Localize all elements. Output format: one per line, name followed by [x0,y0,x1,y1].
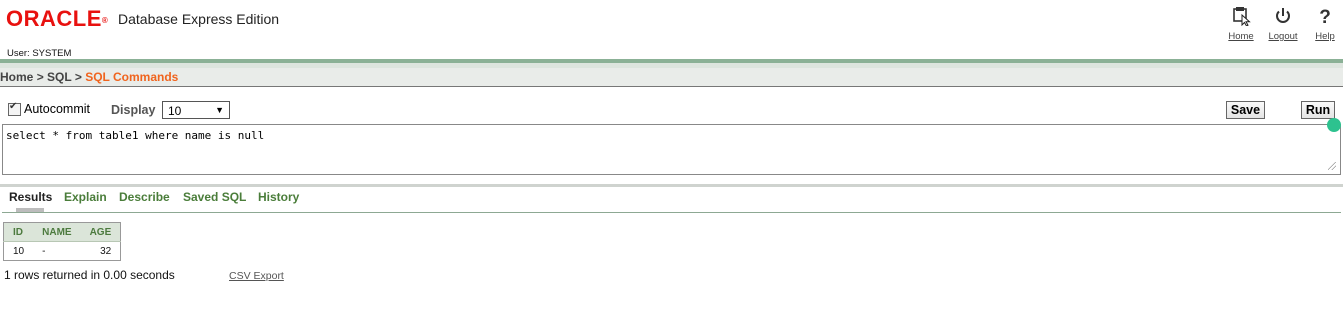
logout-nav[interactable]: Logout [1268,6,1298,42]
breadcrumb-separator: > [74,70,82,84]
help-icon: ? [1319,7,1331,26]
autocommit-checkbox[interactable] [8,101,21,116]
table-header-row: ID NAME AGE [3,222,121,242]
tab-saved-sql[interactable]: Saved SQL [183,190,246,204]
home-icon [1233,7,1251,26]
breadcrumb-current: SQL Commands [85,70,179,84]
autocommit-option[interactable]: Autocommit [8,101,90,116]
tab-results[interactable]: Results [9,190,52,204]
dropdown-arrow-icon: ▼ [215,105,224,115]
svg-text:?: ? [1319,7,1331,26]
breadcrumb: Home > SQL > SQL Commands [0,69,178,85]
home-nav[interactable]: Home [1226,6,1256,42]
tab-history[interactable]: History [258,190,299,204]
breadcrumb-home[interactable]: Home [0,70,33,84]
divider [0,184,1343,187]
product-title: Database Express Edition [118,11,280,27]
tab-describe[interactable]: Describe [119,190,170,204]
breadcrumb-separator: > [36,70,44,84]
logout-link[interactable]: Logout [1268,31,1298,42]
table-cell: 10 [13,246,25,257]
display-select[interactable]: 10 ▼ [162,101,230,119]
breadcrumb-bar [0,68,1343,87]
display-value: 10 [168,104,182,118]
resize-grip-icon[interactable] [1328,162,1336,170]
column-header: NAME [33,222,81,242]
results-table: ID NAME AGE 10 - 32 [3,222,122,261]
oracle-logo: ORACLE® [6,6,109,31]
csv-export-link[interactable]: CSV Export [229,270,284,282]
breadcrumb-sql[interactable]: SQL [47,70,71,84]
table-cell: 32 [100,246,112,257]
power-icon [1276,8,1290,23]
rows-returned-text: 1 rows returned in 0.00 seconds [4,268,175,282]
help-link[interactable]: Help [1310,31,1340,42]
sql-editor[interactable]: select * from table1 where name is null [2,124,1341,175]
save-button[interactable]: Save [1226,101,1265,119]
run-button[interactable]: Run [1301,101,1335,119]
column-header: ID [3,222,34,242]
extension-icon[interactable] [1327,118,1341,132]
autocommit-label: Autocommit [24,102,90,116]
user-label: User: SYSTEM [7,48,72,59]
help-nav[interactable]: ? Help [1310,6,1340,42]
tab-underline [2,212,1341,213]
sql-query-text: select * from table1 where name is null [6,129,265,142]
tab-explain[interactable]: Explain [64,190,107,204]
column-header: AGE [80,222,121,242]
table-cell: - [42,246,46,257]
display-label: Display [111,103,156,117]
home-link[interactable]: Home [1226,31,1256,42]
table-row: 10 - 32 [4,242,121,261]
